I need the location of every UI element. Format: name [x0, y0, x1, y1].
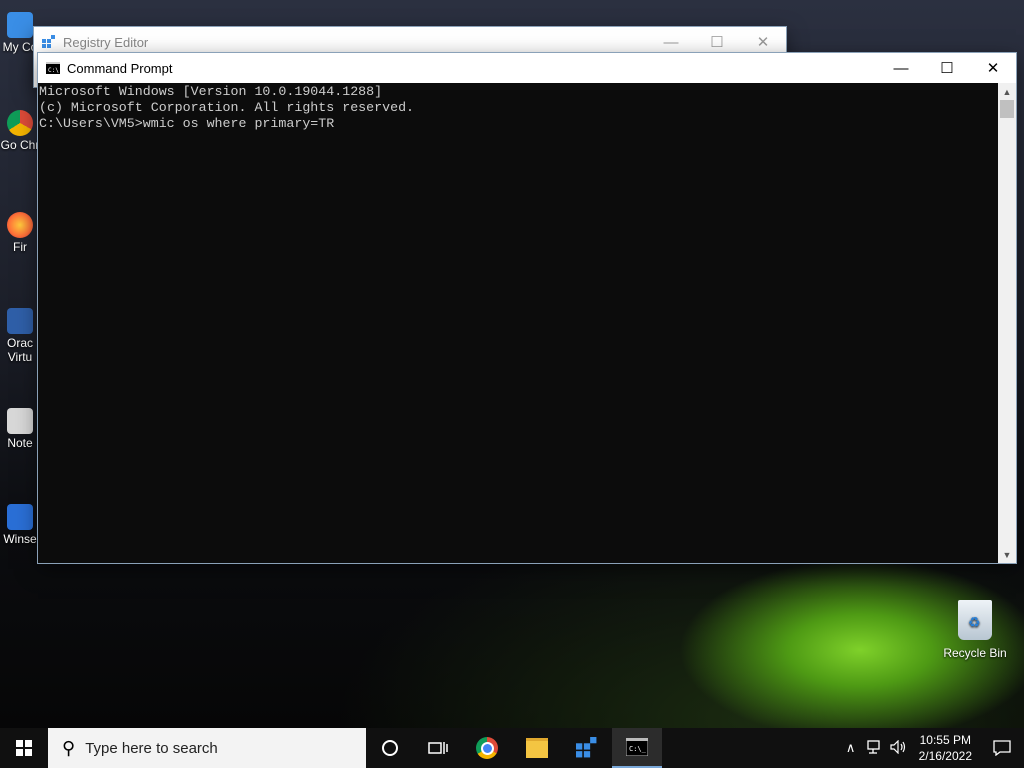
- console-line: (c) Microsoft Corporation. All rights re…: [39, 100, 415, 115]
- window-title: Command Prompt: [67, 60, 173, 76]
- console-output[interactable]: Microsoft Windows [Version 10.0.19044.12…: [38, 83, 998, 563]
- chrome-icon: [476, 737, 498, 759]
- cortana-button[interactable]: [366, 728, 414, 768]
- taskbar: ⚲ Type here to search C:\_ ∧ 10:55 PM 2/…: [0, 728, 1024, 768]
- start-button[interactable]: [0, 728, 48, 768]
- svg-text:C:\: C:\: [48, 67, 59, 74]
- desktop-icon-label: Orac Virtu: [6, 336, 33, 364]
- taskbar-clock[interactable]: 10:55 PM 2/16/2022: [911, 732, 980, 764]
- maximize-button[interactable]: ☐: [924, 53, 970, 83]
- scroll-down-arrow-icon[interactable]: ▼: [998, 546, 1016, 563]
- winscp-icon: [7, 504, 33, 530]
- taskbar-app-file-explorer[interactable]: [512, 728, 562, 768]
- notification-center-button[interactable]: [980, 728, 1024, 768]
- scroll-up-arrow-icon[interactable]: ▲: [998, 83, 1016, 100]
- desktop-icon-notepad[interactable]: Note: [0, 408, 40, 450]
- desktop-icon-recycle-bin[interactable]: ♻ Recycle Bin: [940, 600, 1010, 660]
- minimize-button[interactable]: —: [878, 53, 924, 83]
- task-view-button[interactable]: [414, 728, 462, 768]
- system-tray: ∧ 10:55 PM 2/16/2022: [839, 728, 1024, 768]
- taskbar-app-chrome[interactable]: [462, 728, 512, 768]
- registry-icon: [42, 35, 55, 48]
- taskbar-search-box[interactable]: ⚲ Type here to search: [48, 728, 366, 768]
- desktop-icon-label: Fir: [13, 240, 27, 254]
- vertical-scrollbar[interactable]: ▲ ▼: [998, 83, 1016, 563]
- desktop-icon-label: Note: [7, 436, 33, 450]
- firefox-icon: [7, 212, 33, 238]
- window-title: Registry Editor: [63, 34, 149, 50]
- notepad-icon: [7, 408, 33, 434]
- volume-icon[interactable]: [887, 739, 911, 757]
- registry-icon: [576, 737, 597, 758]
- windows-logo-icon: [16, 740, 32, 756]
- cortana-circle-icon: [382, 740, 398, 756]
- show-hidden-icons-chevron-icon[interactable]: ∧: [839, 740, 863, 756]
- computer-icon: [7, 12, 33, 38]
- desktop-icon-firefox[interactable]: Fir: [0, 212, 40, 254]
- virtualbox-icon: [7, 308, 33, 334]
- svg-text:C:\_: C:\_: [629, 745, 647, 753]
- console-line: Microsoft Windows [Version 10.0.19044.12…: [39, 84, 383, 99]
- desktop-icon-google-chrome[interactable]: Go Chr: [0, 110, 40, 152]
- cmd-icon: C:\_: [626, 738, 648, 756]
- desktop-icon-winscp[interactable]: Winse: [0, 504, 40, 546]
- clock-time: 10:55 PM: [919, 733, 971, 747]
- command-prompt-titlebar[interactable]: C:\ Command Prompt: [38, 53, 1016, 83]
- folder-icon: [526, 738, 548, 758]
- recycle-bin-label: Recycle Bin: [943, 646, 1007, 660]
- taskbar-app-command-prompt[interactable]: C:\_: [612, 728, 662, 768]
- network-icon[interactable]: [863, 739, 887, 757]
- command-prompt-window[interactable]: C:\ Command Prompt — ☐ ✕ Microsoft Windo…: [38, 53, 1016, 563]
- chrome-icon: [7, 110, 33, 136]
- taskbar-app-registry-editor[interactable]: [562, 728, 612, 768]
- desktop-icon-oracle-virtualbox[interactable]: Orac Virtu: [0, 308, 40, 364]
- task-view-icon: [428, 742, 448, 754]
- desktop-icon-label: Winse: [3, 532, 37, 546]
- recycle-bin-icon: ♻: [958, 600, 992, 640]
- console-input-line[interactable]: C:\Users\VM5>wmic os where primary=TR: [39, 116, 998, 132]
- desktop-icon-label: Go Chr: [0, 138, 40, 152]
- cmd-icon: C:\: [46, 62, 60, 74]
- notification-icon: [993, 740, 1011, 756]
- scrollbar-thumb[interactable]: [1000, 100, 1014, 118]
- search-icon: ⚲: [62, 737, 76, 758]
- clock-date: 2/16/2022: [918, 749, 972, 763]
- search-placeholder: Type here to search: [85, 739, 218, 757]
- close-button[interactable]: ✕: [970, 53, 1016, 83]
